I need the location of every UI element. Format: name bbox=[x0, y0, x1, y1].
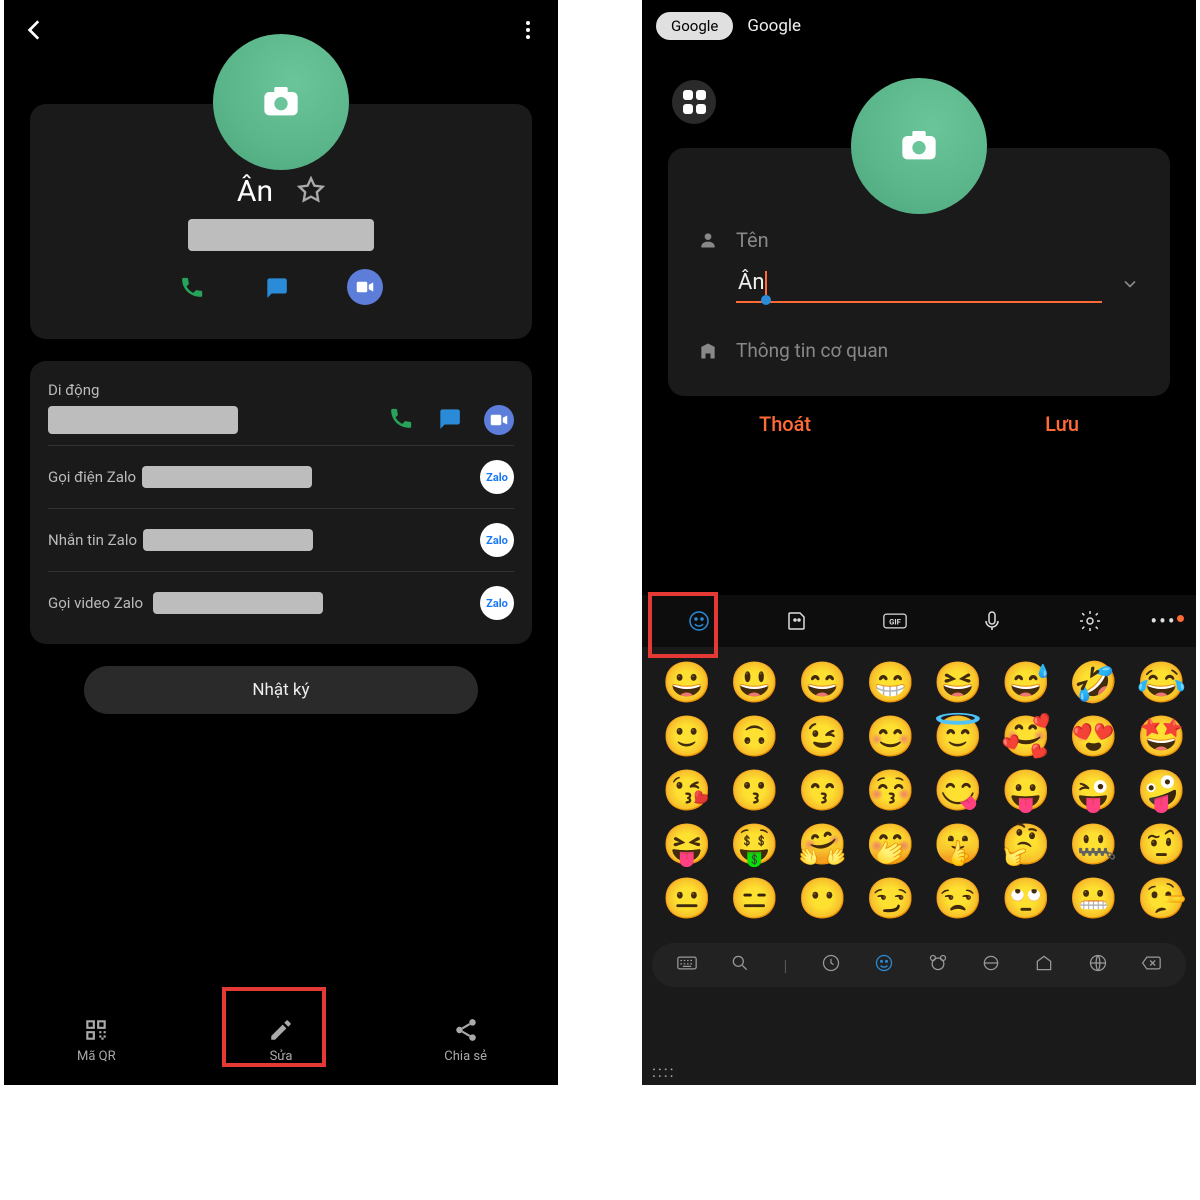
share-button[interactable]: Chia sẻ bbox=[421, 1017, 511, 1064]
zalo-video-label[interactable]: Gọi video Zalo bbox=[48, 594, 143, 612]
emoji-key[interactable]: 😛 bbox=[1001, 771, 1051, 811]
phone-redacted bbox=[188, 219, 374, 251]
name-input[interactable]: Ân bbox=[736, 264, 1102, 303]
recent-emoji-icon[interactable] bbox=[821, 953, 841, 977]
settings-tab[interactable] bbox=[1041, 609, 1139, 633]
edit-button[interactable]: Sửa bbox=[236, 1017, 326, 1064]
emoji-key[interactable]: 🙂 bbox=[662, 717, 712, 757]
call-button[interactable] bbox=[179, 274, 205, 300]
emoji-key[interactable]: 😘 bbox=[662, 771, 712, 811]
qr-code-button[interactable]: Mã QR bbox=[51, 1017, 141, 1064]
log-button[interactable]: Nhật ký bbox=[84, 666, 478, 714]
emoji-key[interactable]: 🤐 bbox=[1069, 825, 1119, 865]
emoji-key[interactable]: 😀 bbox=[662, 663, 712, 703]
emoji-key[interactable]: 🤨 bbox=[1137, 825, 1187, 865]
mobile-label: Di động bbox=[48, 381, 514, 399]
zalo-badge[interactable]: Zalo bbox=[480, 460, 514, 494]
emoji-key[interactable]: 😆 bbox=[933, 663, 983, 703]
emoji-key[interactable]: 🙄 bbox=[1001, 879, 1051, 919]
emoji-keyboard: GIF ••• 😀 😃 😄 😁 😆 😅 🤣 😂 🙂 🙃 😉 😊 😇 🥰 😍 🤩 😘 😗 😙 😚 😋 😛 😜 🤪 😝 🤑 🤗 🤭 🤫 🤔 🤐 🤨… bbox=[642, 595, 1196, 1085]
more-tab[interactable]: ••• bbox=[1139, 609, 1188, 633]
emoji-key[interactable]: 🤫 bbox=[933, 825, 983, 865]
emoji-key[interactable]: 😙 bbox=[798, 771, 848, 811]
activity-category-icon[interactable] bbox=[1088, 953, 1108, 977]
gif-tab[interactable]: GIF bbox=[846, 609, 944, 633]
animals-category-icon[interactable] bbox=[928, 953, 948, 977]
emoji-key[interactable]: 😚 bbox=[865, 771, 915, 811]
emoji-key[interactable]: 😒 bbox=[933, 879, 983, 919]
emoji-key[interactable]: 😇 bbox=[933, 717, 983, 757]
emoji-key[interactable]: 🤔 bbox=[1001, 825, 1051, 865]
voice-tab[interactable] bbox=[943, 609, 1041, 633]
row-call-icon[interactable] bbox=[388, 405, 414, 435]
keyboard-expand-icon[interactable]: :::: bbox=[652, 1062, 676, 1081]
person-icon bbox=[698, 230, 718, 250]
emoji-key[interactable]: 😗 bbox=[730, 771, 780, 811]
emoji-key[interactable]: 🤥 bbox=[1137, 879, 1187, 919]
emoji-key[interactable]: 🥰 bbox=[1001, 717, 1051, 757]
contact-edit-screen: Google Google Tên Ân bbox=[642, 0, 1196, 1085]
emoji-key[interactable]: 😏 bbox=[865, 879, 915, 919]
emoji-key[interactable]: 😶 bbox=[798, 879, 848, 919]
emoji-key[interactable]: 😐 bbox=[662, 879, 712, 919]
emoji-key[interactable]: 🤭 bbox=[865, 825, 915, 865]
backspace-icon[interactable] bbox=[1141, 953, 1161, 977]
account-chip[interactable]: Google bbox=[747, 16, 801, 36]
emoji-key[interactable]: 🙃 bbox=[730, 717, 780, 757]
contact-name: Ân bbox=[237, 174, 273, 209]
emoji-key[interactable]: 🤪 bbox=[1137, 771, 1187, 811]
edit-avatar[interactable] bbox=[851, 78, 987, 214]
chevron-down-icon[interactable] bbox=[1120, 274, 1140, 294]
search-emoji-icon[interactable] bbox=[730, 953, 750, 977]
zalo-badge[interactable]: Zalo bbox=[480, 586, 514, 620]
emoji-key[interactable]: 🤣 bbox=[1069, 663, 1119, 703]
emoji-key[interactable]: 😊 bbox=[865, 717, 915, 757]
favorite-star-button[interactable] bbox=[297, 176, 325, 208]
emoji-key[interactable]: 😂 bbox=[1137, 663, 1187, 703]
zalo-call-label[interactable]: Gọi điện Zalo bbox=[48, 468, 136, 486]
cancel-button[interactable]: Thoát bbox=[759, 412, 811, 436]
more-menu-button[interactable] bbox=[516, 18, 540, 46]
emoji-key[interactable]: 🤗 bbox=[798, 825, 848, 865]
emoji-key[interactable]: 😝 bbox=[662, 825, 712, 865]
emoji-key[interactable]: 😄 bbox=[798, 663, 848, 703]
row-message-icon[interactable] bbox=[436, 405, 462, 435]
emoji-key[interactable]: 😉 bbox=[798, 717, 848, 757]
emoji-key[interactable]: 😑 bbox=[730, 879, 780, 919]
emoji-key[interactable]: 😍 bbox=[1069, 717, 1119, 757]
apps-grid-button[interactable] bbox=[672, 80, 716, 124]
mobile-number-redacted bbox=[48, 406, 238, 434]
emoji-key[interactable]: 😅 bbox=[1001, 663, 1051, 703]
row-video-icon[interactable] bbox=[484, 405, 514, 435]
emoji-key[interactable]: 😃 bbox=[730, 663, 780, 703]
keyboard-switch-icon[interactable] bbox=[677, 953, 697, 977]
contact-detail-screen: Ân Di động bbox=[4, 0, 558, 1085]
places-category-icon[interactable] bbox=[1034, 953, 1054, 977]
account-chip-selected[interactable]: Google bbox=[656, 12, 733, 40]
back-button[interactable] bbox=[22, 17, 48, 47]
name-field-label: Tên bbox=[736, 228, 769, 252]
zalo-msg-label[interactable]: Nhắn tin Zalo bbox=[48, 531, 137, 549]
contact-avatar[interactable] bbox=[213, 34, 349, 170]
svg-text:GIF: GIF bbox=[889, 617, 902, 626]
emoji-key[interactable]: 😜 bbox=[1069, 771, 1119, 811]
message-button[interactable] bbox=[263, 274, 289, 300]
smileys-category-icon[interactable] bbox=[874, 953, 894, 977]
emoji-key[interactable]: 😁 bbox=[865, 663, 915, 703]
zalo-badge[interactable]: Zalo bbox=[480, 523, 514, 557]
emoji-key[interactable]: 😋 bbox=[933, 771, 983, 811]
emoji-tab[interactable] bbox=[650, 609, 748, 633]
emoji-key[interactable]: 🤩 bbox=[1137, 717, 1187, 757]
building-icon bbox=[698, 341, 718, 361]
sticker-tab[interactable] bbox=[748, 609, 846, 633]
video-call-button[interactable] bbox=[347, 269, 383, 305]
emoji-key[interactable]: 😬 bbox=[1069, 879, 1119, 919]
emoji-key[interactable]: 🤑 bbox=[730, 825, 780, 865]
save-button[interactable]: Lưu bbox=[1045, 412, 1079, 436]
food-category-icon[interactable] bbox=[981, 953, 1001, 977]
org-placeholder[interactable]: Thông tin cơ quan bbox=[736, 339, 888, 362]
